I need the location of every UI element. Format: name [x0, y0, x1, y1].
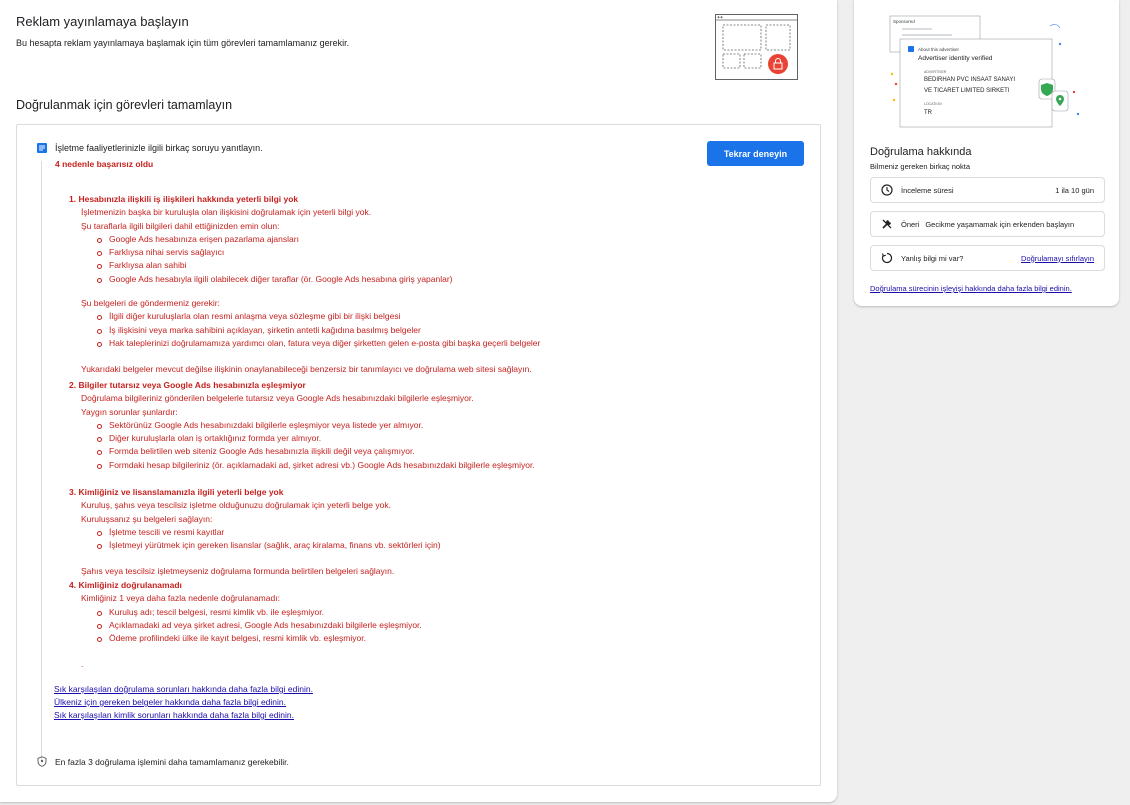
reason-bullet: İşletmeyi yürütmek için gereken lisansla… — [97, 539, 441, 552]
wrong-info-label: Yanlış bilgi mi var? — [901, 253, 964, 263]
shield-icon — [37, 756, 47, 767]
reason-bullet: İşletme tescili ve resmi kayıtlar — [97, 526, 441, 539]
advertiser-verified-illustration: Sponsored About this advertiser Advertis… — [889, 15, 1080, 128]
document-icon — [37, 143, 47, 153]
page-subtitle: Bu hesapta reklam yayınlamaya başlamak i… — [16, 38, 350, 48]
wrong-info-row: Yanlış bilgi mi var? Doğrulamayı sıfırla… — [870, 245, 1105, 271]
sponsored-label: Sponsored — [893, 19, 915, 24]
tip-value: Gecikme yaşamamak için erkenden başlayın — [925, 219, 1075, 229]
reason-bullet: Farklıysa alan sahibi — [96, 259, 540, 272]
review-time-row: İnceleme süresi 1 ila 10 gün — [870, 177, 1105, 203]
help-link-verification-issues[interactable]: Sık karşılaşılan doğrulama sorunları hak… — [54, 683, 313, 696]
reason-title: 1. Hesabınızla ilişkili iş ilişkileri ha… — [69, 194, 299, 204]
help-link-identity-issues[interactable]: Sık karşılaşılan kimlik sorunları hakkın… — [54, 709, 313, 722]
reason-title: 3. Kimliğiniz ve lisanslamanızla ilgili … — [69, 487, 284, 497]
reason-text: Kuruluş, şahıs veya tescilsiz işletme ol… — [81, 500, 391, 511]
side-title: Doğrulama hakkında — [870, 146, 972, 158]
attempts-note-text: En fazla 3 doğrulama işlemini daha tamam… — [55, 756, 289, 767]
failure-count: 4 nedenle başarısız oldu — [55, 159, 154, 169]
reason-bullet: Açıklamadaki ad veya şirket adresi, Goog… — [97, 619, 422, 632]
reset-icon — [881, 252, 893, 264]
reason-item: 3. Kimliğiniz ve lisanslamanızla ilgili … — [69, 486, 441, 579]
reason-bullet: Formda belirtilen web siteniz Google Ads… — [97, 445, 535, 458]
page-title: Reklam yayınlamaya başlayın — [16, 14, 189, 29]
tools-icon — [882, 219, 892, 229]
reason-bullet: Sektörünüz Google Ads hesabınızdaki bilg… — [97, 419, 535, 432]
reason-text: Şu belgeleri de göndermeniz gerekir: — [81, 298, 220, 309]
task-box: İşletme faaliyetlerinizle ilgili birkaç … — [16, 124, 821, 786]
reason-title: 2. Bilgiler tutarsız veya Google Ads hes… — [69, 380, 306, 390]
attempts-note: En fazla 3 doğrulama işlemini daha tamam… — [37, 756, 289, 767]
retry-button[interactable]: Tekrar deneyin — [707, 141, 804, 166]
reason-bullet: Kuruluş adı; tescil belgesi, resmi kimli… — [97, 606, 422, 619]
advertiser-name-line2: VE TICARET LIMITED SIRKETI — [924, 88, 1010, 94]
reason-text: Şahıs veya tescilsiz işletmeyseniz doğru… — [81, 566, 395, 577]
verification-info-card: Sponsored About this advertiser Advertis… — [854, 0, 1119, 306]
review-time-label: İnceleme süresi — [901, 185, 954, 195]
reason-text: Doğrulama bilgileriniz gönderilen belgel… — [81, 393, 474, 404]
about-advertiser-label: About this advertiser — [918, 47, 960, 52]
main-card: Reklam yayınlamaya başlayın Bu hesapta r… — [0, 0, 837, 802]
reason-bullet: Formdaki hesap bilgileriniz (ör. açıklam… — [97, 459, 535, 472]
reason-bullet: Hak taleplerinizi doğrulamamıza yardımcı… — [96, 337, 540, 350]
tip-row: Öneri Gecikme yaşamamak için erkenden ba… — [870, 211, 1105, 237]
task-question: İşletme faaliyetlerinizle ilgili birkaç … — [55, 143, 263, 153]
reason-text: İşletmenizin başka bir kuruluşla olan il… — [81, 207, 372, 218]
timeline-divider — [41, 161, 42, 761]
reason-trailing: . — [81, 659, 84, 670]
reset-verification-link[interactable]: Doğrulamayı sıfırlayın — [1021, 254, 1094, 263]
reason-text: Yukarıdaki belgeler mevcut değilse ilişk… — [81, 364, 532, 375]
help-links: Sık karşılaşılan doğrulama sorunları hak… — [54, 683, 313, 722]
reason-title: 4. Kimliğiniz doğrulanamadı — [69, 580, 182, 590]
reason-item: 2. Bilgiler tutarsız veya Google Ads hes… — [69, 379, 535, 472]
advertiser-name-line1: BEDIRHAN PVC INSAAT SANAYI — [924, 77, 1015, 83]
reason-bullet: Google Ads hesabıyla ilgili olabilecek d… — [96, 273, 540, 286]
clock-icon — [881, 184, 893, 196]
reason-text: Yaygın sorunlar şunlardır: — [81, 406, 178, 417]
side-subtitle: Bilmeniz gereken birkaç nokta — [870, 162, 971, 171]
reason-item: 4. Kimliğiniz doğrulanamadı Kimliğiniz 1… — [69, 579, 422, 672]
reason-text: Kimliğiniz 1 veya daha fazla nedenle doğ… — [81, 593, 280, 604]
help-link-country-documents[interactable]: Ülkeniz için gereken belgeler hakkında d… — [54, 696, 313, 709]
location-value: TR — [924, 110, 933, 116]
tip-label: Öneri — [901, 219, 920, 229]
browser-lock-illustration — [715, 14, 798, 80]
reason-bullet: Diğer kuruluşlarla olan iş ortaklığınız … — [97, 432, 535, 445]
tasks-section-title: Doğrulanmak için görevleri tamamlayın — [16, 98, 233, 112]
verified-label: Advertiser identity verified — [918, 55, 993, 62]
reason-bullet: Ödeme profilindeki ülke ile kayıt belges… — [97, 632, 422, 645]
reason-bullet: Farklıysa nihai servis sağlayıcı — [96, 246, 540, 259]
reason-bullet: İş ilişkisini veya marka sahibini açıkla… — [96, 324, 540, 337]
learn-more-link[interactable]: Doğrulama sürecinin işleyişi hakkında da… — [870, 284, 1072, 293]
review-time-value: 1 ila 10 gün — [1055, 185, 1094, 195]
reason-text: Şu taraflarla ilgili bilgileri dahil ett… — [81, 220, 280, 231]
reason-bullet: Google Ads hesabınıza erişen pazarlama a… — [96, 233, 540, 246]
location-caption: LOCATION — [924, 102, 942, 106]
reason-item: 1. Hesabınızla ilişkili iş ilişkileri ha… — [69, 193, 540, 377]
reason-bullet: İlgili diğer kuruluşlarla olan resmi anl… — [96, 310, 540, 323]
advertiser-caption: ADVERTISER — [924, 70, 947, 74]
reason-text: Kuruluşsanız şu belgeleri sağlayın: — [81, 513, 213, 524]
